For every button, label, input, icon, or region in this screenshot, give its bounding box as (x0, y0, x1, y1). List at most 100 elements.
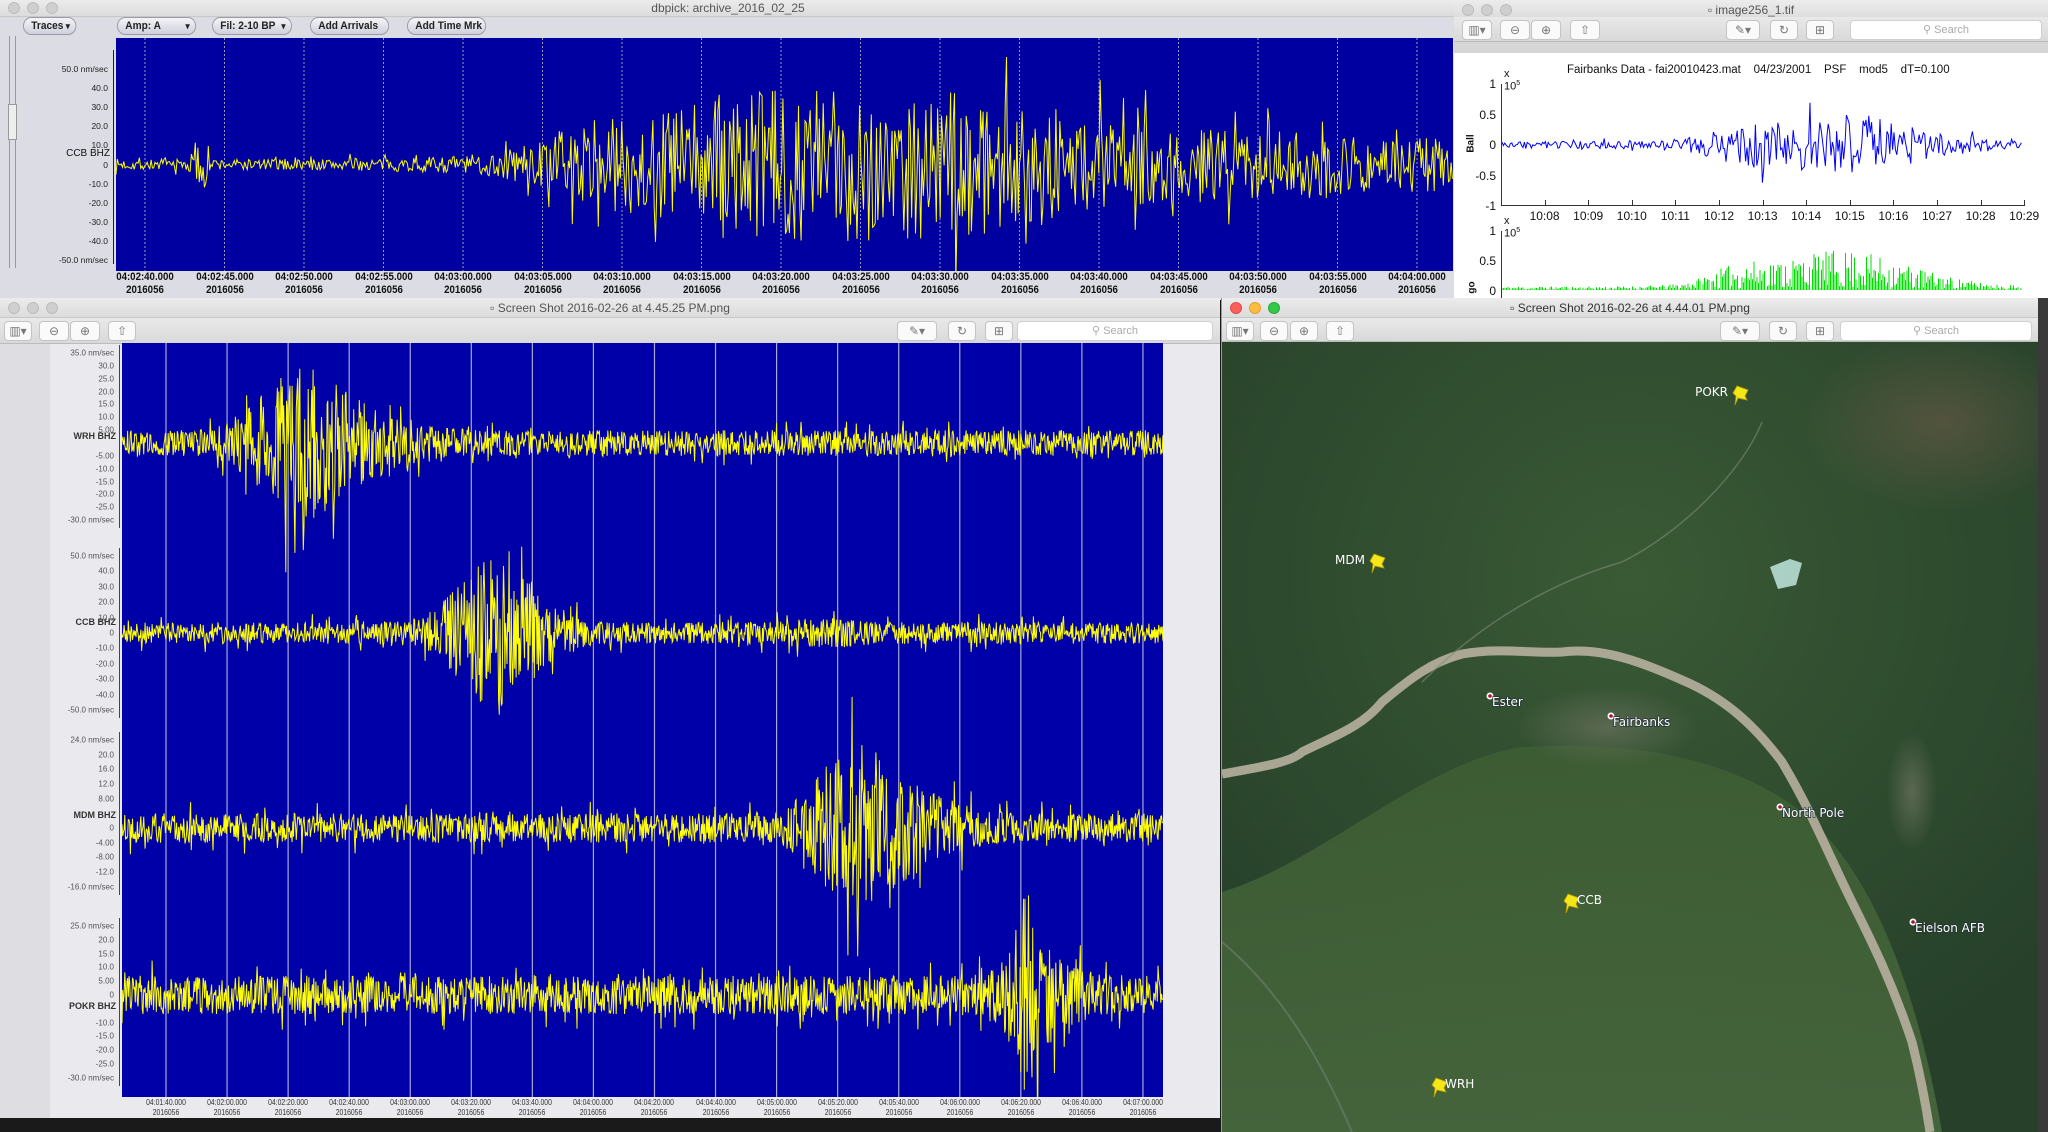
place-marker-north-pole[interactable]: North Pole (1776, 803, 1845, 821)
y-tick-label: -8.00 (95, 852, 114, 862)
time-tick-label: 04:03:35.000 2016056 (980, 271, 1059, 297)
x-tick-label: 10:28 (1965, 209, 1996, 223)
time-label: 04:03:55.000 (1308, 271, 1367, 283)
file-icon: ▫ (1510, 301, 1518, 315)
y-tick-label: -50.0 nm/sec (67, 705, 114, 715)
title-text: image256_1.tif (1715, 3, 1795, 17)
time-label: 04:02:45.000 (195, 271, 254, 283)
share-icon[interactable]: ⇧ (1326, 321, 1354, 341)
x-tick-label: 10:15 (1834, 209, 1865, 223)
time-label: 04:05:40.000 (878, 1098, 919, 1107)
scroll-thumb[interactable] (8, 104, 17, 140)
go-waveform (1502, 250, 2022, 290)
toolbox-icon[interactable]: ⊞ (1806, 20, 1834, 40)
vertical-scrollbar[interactable] (8, 36, 17, 268)
rotate-icon[interactable]: ↻ (1770, 20, 1798, 40)
zoom-in-icon[interactable]: ⊕ (70, 321, 100, 341)
time-tick-label: 04:01:40.000 2016056 (136, 1098, 196, 1118)
y-axis-line (119, 345, 120, 528)
zoom-out-icon[interactable]: ⊖ (1260, 321, 1288, 341)
date-label: 2016056 (285, 284, 323, 296)
seismogram-plot[interactable] (116, 38, 1453, 271)
sidebar-toggle-icon[interactable]: ▥▾ (1462, 20, 1492, 40)
time-label: 04:03:40.000 (512, 1098, 553, 1107)
exponent-label: x 105 (1504, 68, 1520, 93)
place-label: Eielson AFB (1915, 921, 1985, 935)
time-label: 04:03:15.000 (672, 271, 731, 283)
traces-menu-button[interactable]: Traces ▾ (23, 17, 77, 35)
gray-band (1454, 42, 2048, 53)
date-label: 2016056 (1007, 1108, 1035, 1117)
y-tick-label: -10.0 (95, 464, 114, 474)
rotate-icon[interactable]: ↻ (1769, 321, 1797, 341)
search-field[interactable]: ⚲ Search (1017, 321, 1213, 341)
titlebar[interactable]: ▫ Screen Shot 2016-02-26 at 4.44.01 PM.p… (1222, 298, 2038, 318)
filter-menu-button[interactable]: Fil: 2-10 BP ▾ (212, 17, 293, 35)
dropdown-caret-icon: ▾ (185, 21, 190, 31)
time-label: 04:02:50.000 (275, 271, 333, 283)
filter-label: Fil: 2-10 BP (220, 20, 276, 32)
satellite-map[interactable]: POKR MDM CCB WRH Ester Fairbanks North Pole Eie… (1222, 342, 2038, 1132)
time-tick-label: 04:05:40.000 2016056 (869, 1098, 929, 1118)
search-field[interactable]: ⚲ Search (1850, 20, 2042, 40)
time-tick-label: 04:07:00.000 2016056 (1113, 1098, 1173, 1118)
time-label: 04:04:00.000 (573, 1098, 614, 1107)
exponent-power: 5 (1516, 80, 1521, 87)
add-arrivals-button[interactable]: Add Arrivals (310, 17, 390, 35)
place-marker-eielson-afb[interactable]: Eielson AFB (1909, 918, 1986, 936)
file-icon: ▫ (490, 301, 498, 315)
eielson-area (1887, 732, 1937, 852)
zoom-out-icon[interactable]: ⊖ (1500, 20, 1530, 40)
toolbox-icon[interactable]: ⊞ (985, 321, 1013, 341)
station-label: CCB (1577, 893, 1602, 907)
time-tick-label: 04:03:30.000 2016056 (900, 271, 979, 297)
y-tick-label: 0 (109, 990, 114, 1000)
time-tick-label: 04:04:00.000 2016056 (1377, 271, 1456, 297)
place-marker-ester[interactable]: Ester (1486, 692, 1524, 710)
time-label: 04:03:50.000 (1229, 271, 1287, 283)
dbpick-titlebar[interactable]: dbpick: archive_2016_02_25 (0, 0, 1456, 17)
window-title: dbpick: archive_2016_02_25 (651, 1, 805, 15)
zoom-in-icon[interactable]: ⊕ (1290, 321, 1318, 341)
map-screenshot-window: ▫ Screen Shot 2016-02-26 at 4.44.01 PM.p… (1221, 298, 2038, 1132)
y-tick-label: 40.0 (91, 83, 108, 94)
titlebar[interactable]: ▫ Screen Shot 2016-02-26 at 4.45.25 PM.p… (0, 298, 1220, 318)
zoom-out-icon[interactable]: ⊖ (39, 321, 69, 341)
toolbox-icon[interactable]: ⊞ (1806, 321, 1834, 341)
y-tick-label: 35.0 nm/sec (70, 348, 114, 358)
search-placeholder: Search (1924, 325, 1959, 337)
y-tick-label: -1 (1485, 199, 1496, 213)
date-label: 2016056 (946, 1108, 974, 1117)
station-label: WRH (1445, 1077, 1474, 1091)
y-tick-label-2: 1 (1489, 224, 1496, 238)
time-tick-label: 04:04:40.000 2016056 (686, 1098, 746, 1118)
time-label: 04:02:00.000 (207, 1098, 247, 1107)
time-label: 04:07:00.000 (1123, 1098, 1163, 1107)
multi-station-seismogram-plot[interactable] (122, 343, 1163, 1097)
sidebar-toggle-icon[interactable]: ▥▾ (1226, 321, 1254, 341)
share-icon[interactable]: ⇧ (108, 321, 136, 341)
time-tick-label: 04:03:40.000 2016056 (1059, 271, 1138, 297)
rotate-icon[interactable]: ↻ (948, 321, 976, 341)
y-axis-line (119, 918, 120, 1086)
top-axes (1501, 84, 2025, 206)
zoom-in-icon[interactable]: ⊕ (1531, 20, 1561, 40)
y-tick-label-2: 0.5 (1479, 254, 1496, 268)
search-placeholder: Search (1103, 325, 1138, 337)
envelope-plot[interactable] (1502, 231, 2026, 300)
ball-waveform-plot[interactable] (1502, 84, 2026, 206)
y-axis-line (119, 548, 120, 718)
station-label: CCB BHZ (75, 617, 117, 627)
date-label: 2016056 (396, 1108, 424, 1117)
share-icon[interactable]: ⇧ (1570, 20, 1600, 40)
amp-menu-button[interactable]: Amp: A ▾ (117, 17, 197, 35)
markup-pen-icon[interactable]: ✎▾ (1720, 321, 1760, 341)
markup-pen-icon[interactable]: ✎▾ (897, 321, 937, 341)
time-label: 04:03:10.000 (593, 271, 651, 283)
x-tick-label: 10:11 (1660, 209, 1690, 223)
markup-pen-icon[interactable]: ✎▾ (1726, 20, 1760, 40)
add-time-mark-button[interactable]: Add Time Mrk (407, 17, 487, 35)
search-field[interactable]: ⚲ Search (1840, 321, 2032, 341)
place-marker-fairbanks[interactable]: Fairbanks (1607, 712, 1671, 730)
sidebar-toggle-icon[interactable]: ▥▾ (4, 321, 32, 341)
